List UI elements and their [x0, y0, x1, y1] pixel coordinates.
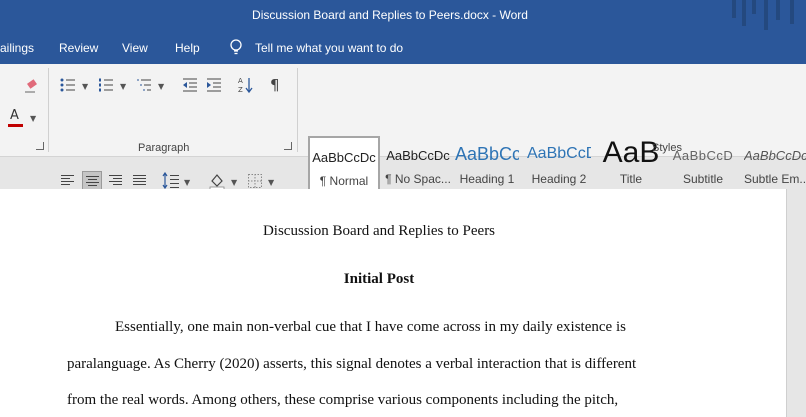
chevron-down-icon[interactable]: ▼	[120, 82, 126, 91]
style-sample: AaBbCc	[455, 144, 519, 164]
paragraph-line: Essentially, one main non-verbal cue tha…	[115, 319, 626, 335]
increase-indent-icon[interactable]	[206, 78, 222, 92]
line-spacing-icon[interactable]	[162, 172, 180, 190]
bullets-icon[interactable]	[60, 78, 76, 92]
align-center-button[interactable]	[82, 171, 102, 191]
font-color-button[interactable]: A	[6, 108, 26, 128]
svg-text:A: A	[238, 77, 243, 85]
style-name: ¶ No Spac...	[385, 172, 451, 186]
window-title: Discussion Board and Replies to Peers.do…	[252, 8, 528, 22]
font-color-icon: A	[10, 108, 19, 123]
svg-text:Z: Z	[238, 86, 243, 94]
numbering-icon[interactable]	[98, 78, 114, 92]
chevron-down-icon[interactable]: ▼	[30, 114, 36, 123]
title-bar: Discussion Board and Replies to Peers.do…	[0, 0, 806, 33]
ribbon-tabs: ailings Review View Help Tell me what yo…	[0, 33, 806, 64]
chevron-down-icon[interactable]: ▼	[268, 178, 274, 187]
show-formatting-marks-icon[interactable]: ¶	[270, 78, 280, 93]
style-no-spacing[interactable]: AaBbCcDc ¶ No Spac...	[382, 136, 454, 192]
group-separator	[297, 68, 298, 152]
align-center-icon	[86, 176, 99, 188]
title-bar-pattern	[742, 0, 746, 26]
style-sample: AaBbCcDc	[312, 150, 376, 165]
style-sample: AaBbCcDc	[744, 148, 806, 163]
tab-view[interactable]: View	[122, 41, 148, 55]
title-bar-pattern	[752, 0, 756, 14]
chevron-down-icon[interactable]: ▼	[184, 178, 190, 187]
sort-icon[interactable]: A Z	[238, 76, 254, 94]
style-sample: AaBbCcD	[527, 145, 591, 162]
chevron-down-icon[interactable]: ▼	[231, 178, 237, 187]
style-subtle-emphasis[interactable]: AaBbCcDc Subtle Em...	[742, 136, 806, 192]
style-name: Title	[619, 172, 643, 186]
group-separator	[48, 68, 49, 152]
borders-icon[interactable]	[248, 174, 262, 188]
styles-group-label: Styles	[652, 142, 682, 154]
title-bar-pattern	[776, 0, 780, 20]
style-name: ¶ Normal	[319, 174, 369, 188]
align-left-icon	[61, 175, 74, 187]
ribbon: A ▼ ▼ ▼ ▼ A Z ¶ ▼ ▼ ▼ Paragraph AaBbCcDc…	[0, 64, 806, 192]
document-heading: Initial Post	[343, 271, 415, 287]
paragraph-group-label: Paragraph	[138, 142, 190, 154]
chevron-down-icon[interactable]: ▼	[158, 82, 164, 91]
title-bar-pattern	[732, 0, 736, 18]
shading-icon[interactable]	[208, 172, 226, 190]
align-left-button[interactable]	[58, 171, 78, 191]
document-page[interactable]: Discussion Board and Replies to Peers In…	[0, 189, 787, 417]
style-heading-2[interactable]: AaBbCcD Heading 2	[527, 136, 591, 192]
align-right-icon	[109, 175, 122, 187]
style-name: Subtle Em...	[744, 172, 806, 186]
font-color-swatch	[8, 124, 23, 127]
title-bar-pattern	[764, 0, 768, 30]
document-title: Discussion Board and Replies to Peers	[262, 223, 496, 239]
tab-mailings[interactable]: ailings	[0, 41, 34, 55]
lightbulb-icon[interactable]	[228, 38, 244, 56]
style-name: Subtitle	[682, 172, 724, 186]
tell-me-search[interactable]: Tell me what you want to do	[255, 41, 403, 55]
tab-review[interactable]: Review	[59, 41, 98, 55]
justify-button[interactable]	[130, 171, 150, 191]
style-heading-1[interactable]: AaBbCc Heading 1	[455, 136, 519, 192]
align-right-button[interactable]	[106, 171, 126, 191]
font-dialog-launcher[interactable]	[36, 142, 44, 150]
paragraph-line: from the real words. Among others, these…	[67, 392, 619, 408]
decrease-indent-icon[interactable]	[182, 78, 198, 92]
chevron-down-icon[interactable]: ▼	[82, 82, 88, 91]
title-bar-pattern	[790, 0, 794, 24]
style-normal[interactable]: AaBbCcDc ¶ Normal	[308, 136, 380, 192]
tab-help[interactable]: Help	[175, 41, 200, 55]
style-sample: AaBbCcDc	[386, 148, 450, 163]
justify-icon	[133, 175, 146, 187]
paragraph-line: paralanguage. As Cherry (2020) asserts, …	[67, 356, 637, 372]
clear-formatting-icon[interactable]	[23, 78, 39, 94]
style-name: Heading 1	[459, 172, 515, 186]
style-name: Heading 2	[531, 172, 587, 186]
multilevel-list-icon[interactable]	[136, 78, 152, 92]
paragraph-dialog-launcher[interactable]	[284, 142, 292, 150]
